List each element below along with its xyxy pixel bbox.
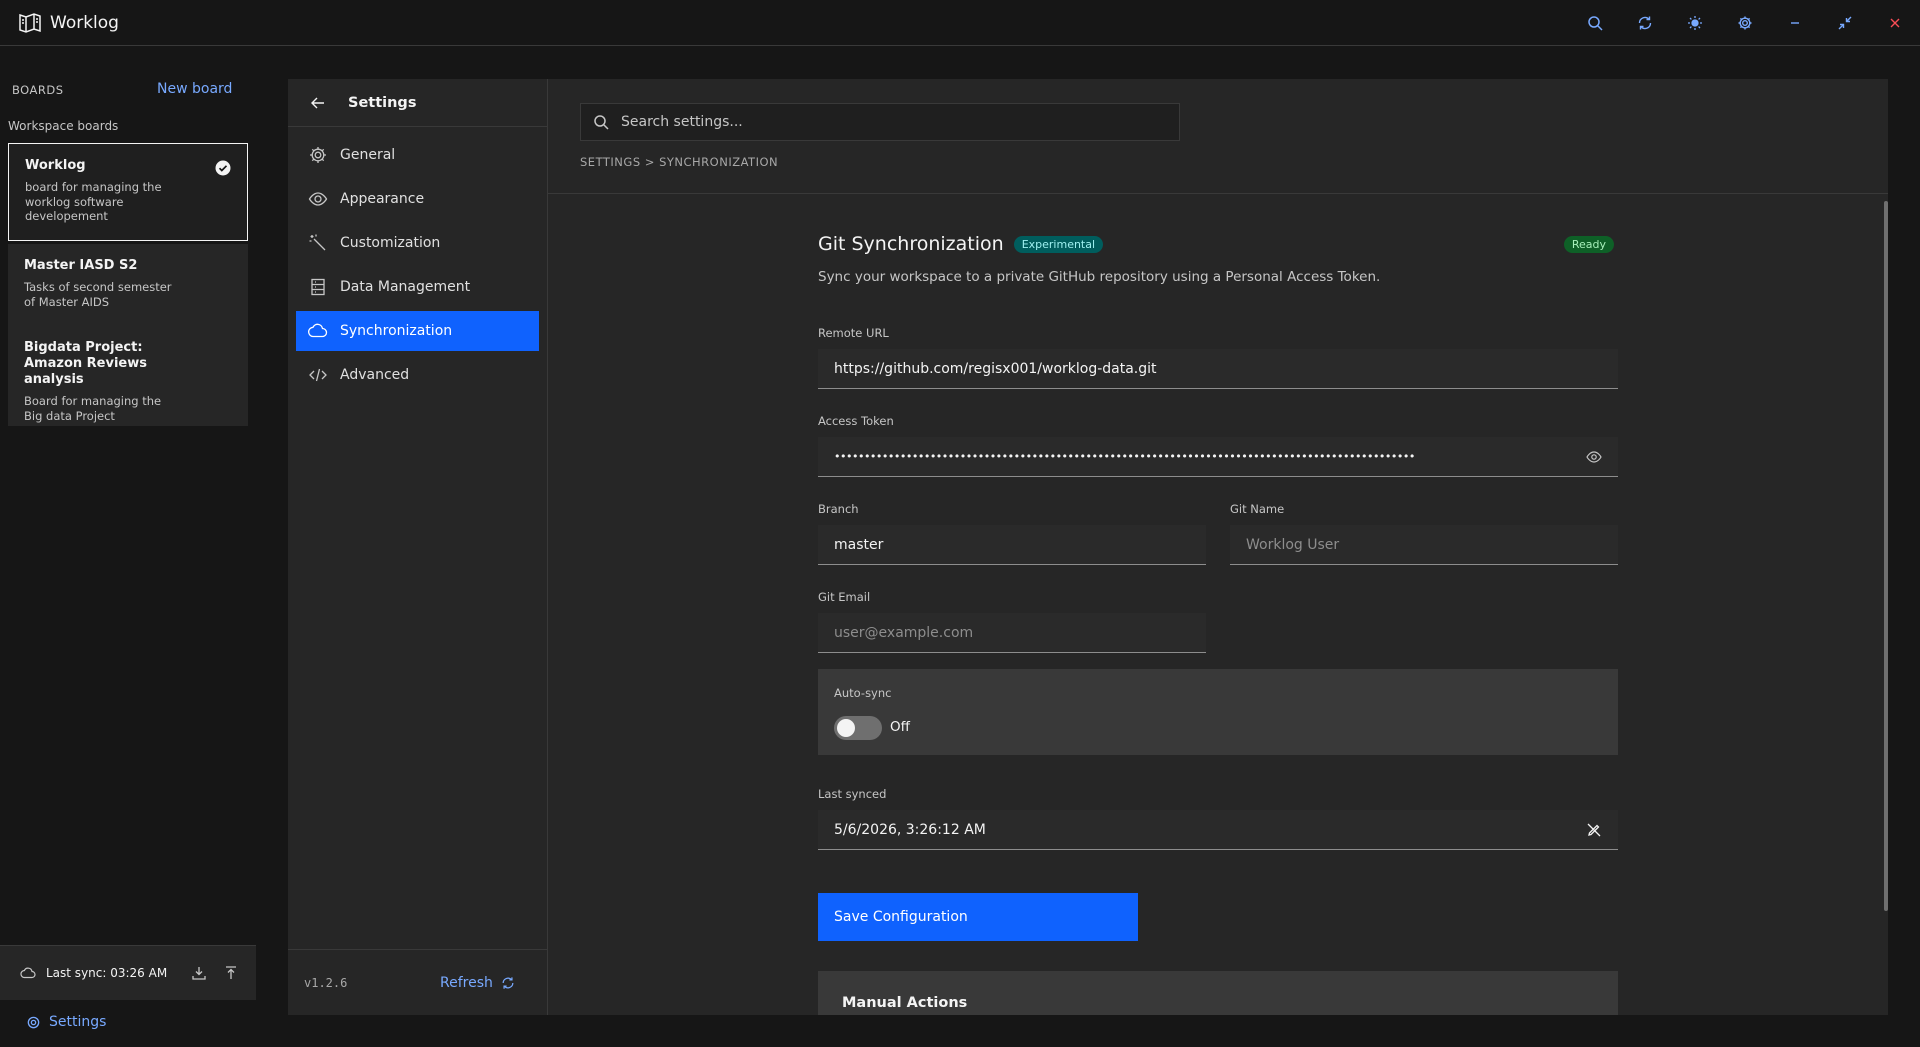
pull-icon[interactable] bbox=[191, 965, 207, 981]
last-synced-label: Last synced bbox=[818, 787, 887, 801]
access-token-value: ••••••••••••••••••••••••••••••••••••••••… bbox=[834, 450, 1415, 463]
boards-sidebar: BOARDS New board Workspace boards Worklo… bbox=[0, 47, 256, 1047]
app-logo-icon bbox=[18, 11, 42, 35]
new-board-button[interactable]: New board bbox=[157, 81, 232, 97]
settings-nav-title: Settings bbox=[348, 94, 417, 111]
access-token-field[interactable]: ••••••••••••••••••••••••••••••••••••••••… bbox=[818, 437, 1618, 477]
push-icon[interactable] bbox=[223, 965, 239, 981]
git-email-label: Git Email bbox=[818, 590, 871, 604]
board-card-bigdata[interactable]: Bigdata Project: Amazon Reviews analysis… bbox=[8, 326, 248, 426]
minimize-icon[interactable] bbox=[1770, 0, 1820, 46]
board-card-master-iasd[interactable]: Master IASD S2 Tasks of second semester … bbox=[8, 244, 248, 326]
nav-item-label: Data Management bbox=[340, 279, 471, 295]
board-description: Board for managing the Big data Project bbox=[24, 394, 162, 423]
eye-icon bbox=[308, 192, 328, 206]
refresh-button[interactable]: Refresh bbox=[440, 975, 515, 991]
toggle-knob bbox=[837, 719, 855, 737]
title-bar: Worklog bbox=[0, 0, 1920, 46]
nav-item-label: General bbox=[340, 147, 396, 163]
nav-item-label: Synchronization bbox=[340, 323, 453, 339]
scrollbar[interactable] bbox=[1884, 201, 1888, 911]
nav-item-label: Appearance bbox=[340, 191, 425, 207]
nav-item-advanced[interactable]: Advanced bbox=[296, 355, 539, 395]
cloud-icon bbox=[20, 967, 36, 979]
nav-item-label: Customization bbox=[340, 235, 441, 251]
sync-status-bar: Last sync: 03:26 AM bbox=[0, 945, 256, 1000]
search-icon[interactable] bbox=[1570, 0, 1620, 46]
edit-off-icon[interactable] bbox=[1586, 822, 1602, 838]
breadcrumb: SETTINGS > SYNCHRONIZATION bbox=[580, 155, 779, 169]
git-name-label: Git Name bbox=[1230, 502, 1285, 516]
refresh-label: Refresh bbox=[440, 974, 493, 991]
board-title: Bigdata Project: Amazon Reviews analysis bbox=[24, 340, 147, 387]
search-input[interactable] bbox=[621, 114, 1161, 130]
save-configuration-button[interactable]: Save Configuration bbox=[818, 893, 1138, 941]
experimental-badge: Experimental bbox=[1013, 235, 1104, 253]
check-circle-icon bbox=[215, 160, 231, 176]
last-synced-field: 5/6/2026, 3:26:12 AM bbox=[818, 810, 1618, 850]
settings-nav: Settings General Appearance Customizatio… bbox=[288, 79, 548, 1015]
workspace-boards-label: Workspace boards bbox=[8, 119, 119, 133]
code-icon bbox=[309, 368, 327, 382]
sun-icon[interactable] bbox=[1670, 0, 1720, 46]
gear-icon bbox=[27, 1016, 40, 1028]
board-description: board for managing the worklog software … bbox=[25, 180, 162, 223]
form-title: Git Synchronization bbox=[818, 233, 1004, 255]
nav-item-customization[interactable]: Customization bbox=[296, 223, 539, 263]
remote-url-field[interactable]: https://github.com/regisx001/worklog-dat… bbox=[818, 349, 1618, 389]
refresh-icon bbox=[502, 976, 514, 989]
gear-icon[interactable] bbox=[1720, 0, 1770, 46]
autosync-state: Off bbox=[890, 719, 910, 735]
nav-item-appearance[interactable]: Appearance bbox=[296, 179, 539, 219]
branch-field[interactable]: master bbox=[818, 525, 1206, 565]
manual-actions-panel: Manual Actions bbox=[818, 971, 1618, 1015]
close-icon[interactable] bbox=[1870, 0, 1920, 46]
git-sync-form: Git Synchronization Experimental Ready S… bbox=[818, 229, 1618, 1015]
access-token-label: Access Token bbox=[818, 414, 894, 428]
eye-icon[interactable] bbox=[1586, 449, 1602, 465]
board-title: Worklog bbox=[25, 158, 86, 173]
version-label: v1.2.6 bbox=[304, 975, 348, 990]
git-email-field[interactable]: user@example.com bbox=[818, 613, 1206, 653]
nav-item-general[interactable]: General bbox=[296, 135, 539, 175]
form-description: Sync your workspace to a private GitHub … bbox=[818, 269, 1381, 285]
nav-item-label: Advanced bbox=[340, 367, 410, 383]
magic-wand-icon bbox=[309, 234, 326, 251]
board-card-worklog[interactable]: Worklog board for managing the worklog s… bbox=[8, 143, 248, 241]
nav-item-synchronization[interactable]: Synchronization bbox=[296, 311, 539, 351]
sync-icon[interactable] bbox=[1620, 0, 1670, 46]
nav-item-data-management[interactable]: Data Management bbox=[296, 267, 539, 307]
settings-content: SETTINGS > SYNCHRONIZATION Git Synchroni… bbox=[548, 79, 1888, 1015]
settings-label: Settings bbox=[49, 1014, 107, 1030]
restore-icon[interactable] bbox=[1820, 0, 1870, 46]
autosync-panel: Auto-sync Off bbox=[818, 669, 1618, 755]
autosync-toggle[interactable] bbox=[834, 716, 882, 740]
back-arrow-icon[interactable] bbox=[310, 95, 326, 111]
board-title: Master IASD S2 bbox=[24, 258, 138, 273]
last-synced-value: 5/6/2026, 3:26:12 AM bbox=[834, 821, 986, 838]
autosync-label: Auto-sync bbox=[834, 686, 892, 700]
sidebar-settings-link[interactable]: Settings bbox=[26, 1014, 106, 1030]
manual-actions-title: Manual Actions bbox=[842, 995, 968, 1011]
app-title: Worklog bbox=[50, 12, 119, 33]
search-box[interactable] bbox=[580, 103, 1180, 141]
branch-label: Branch bbox=[818, 502, 859, 516]
git-name-field[interactable]: Worklog User bbox=[1230, 525, 1618, 565]
cloud-icon bbox=[308, 323, 328, 338]
gear-icon bbox=[310, 147, 326, 163]
database-icon bbox=[311, 278, 325, 296]
last-sync-text: Last sync: 03:26 AM bbox=[46, 966, 168, 980]
board-description: Tasks of second semester of Master AIDS bbox=[24, 280, 172, 309]
boards-header: BOARDS bbox=[12, 83, 64, 97]
search-icon bbox=[594, 115, 609, 130]
status-badge: Ready bbox=[1563, 236, 1614, 253]
remote-url-label: Remote URL bbox=[818, 326, 889, 340]
